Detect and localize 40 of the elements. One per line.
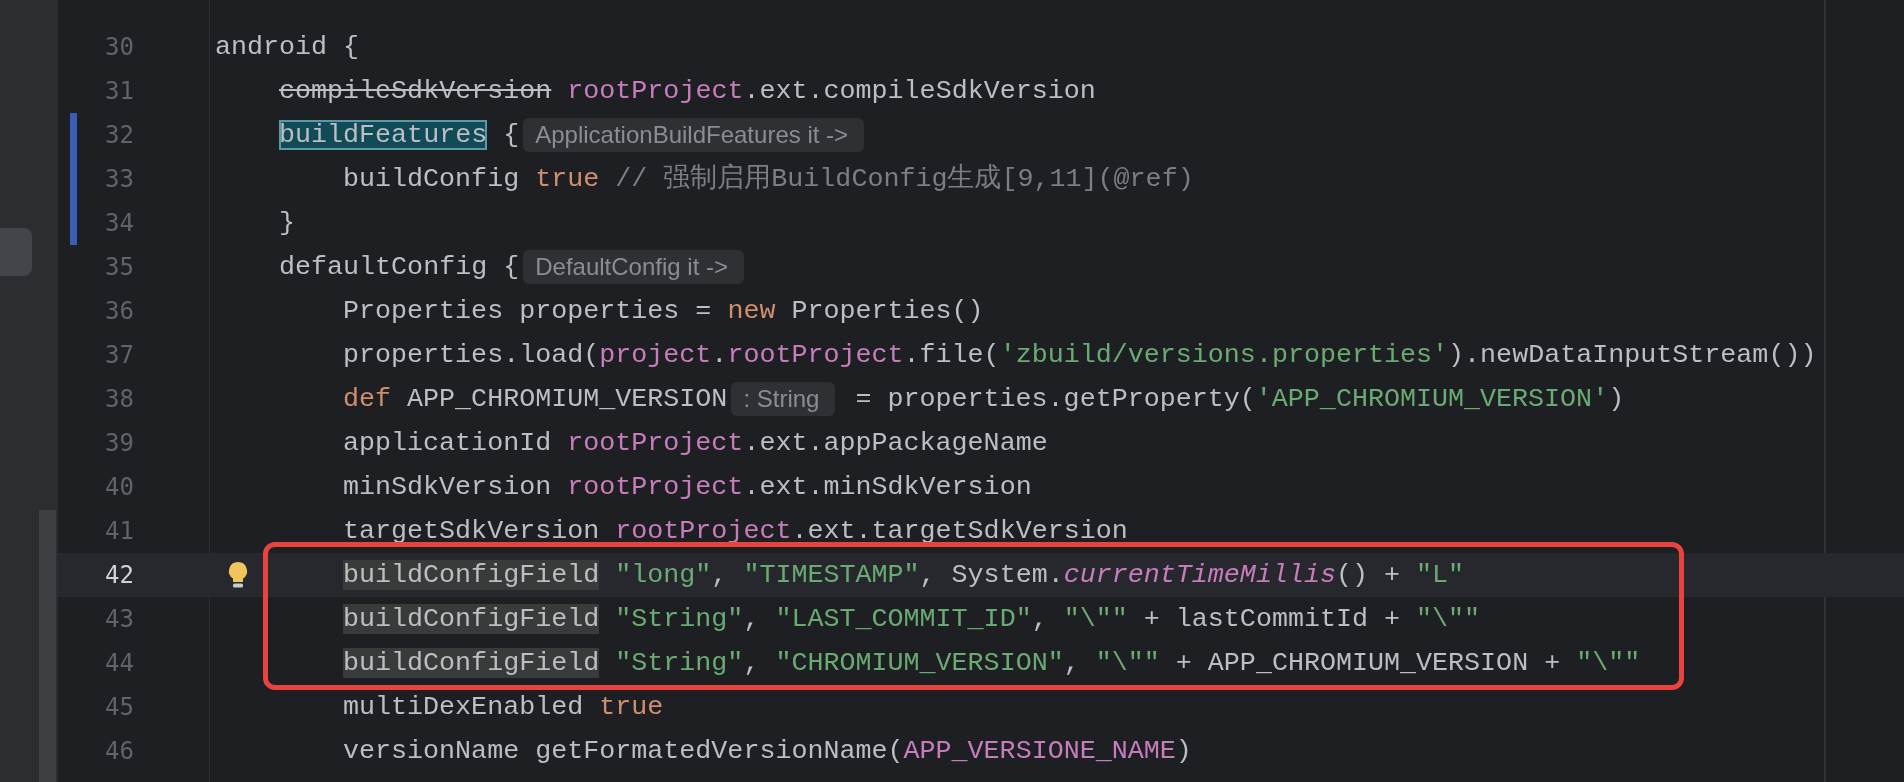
code-line: = properties.getProperty('APP_CHROMIUM_VERSION') <box>854 383 1625 416</box>
line-number: 44 <box>104 648 134 679</box>
code-line: android { <box>215 31 360 64</box>
inlay-hint: : String <box>731 382 836 416</box>
line-number: 40 <box>104 472 134 503</box>
line-number: 34 <box>104 208 134 239</box>
code-line: def APP_CHROMIUM_VERSION <box>343 383 728 416</box>
code-line: minSdkVersion rootProject.ext.minSdkVersion <box>343 471 1032 504</box>
code-line: targetSdkVersion rootProject.ext.targetSdkVersion <box>343 515 1128 548</box>
line-number: 31 <box>104 76 134 107</box>
code-line: buildFeatures { <box>279 119 520 152</box>
line-number: 42 <box>104 560 134 591</box>
line-number: 30 <box>104 32 134 63</box>
line-number: 37 <box>104 340 134 371</box>
line-number: 33 <box>104 164 134 195</box>
line-number: 45 <box>104 692 134 723</box>
line-number: 38 <box>104 384 134 415</box>
line-number: 35 <box>104 252 134 283</box>
code-line: defaultConfig { <box>279 251 520 284</box>
code-line: compileSdkVersion rootProject.ext.compileSdkVersion <box>279 75 1096 108</box>
inlay-hint: DefaultConfig it -> <box>523 250 744 284</box>
code-line: properties.load(project.rootProject.file('zbuild/versions.properties').newDataInputStream()) <box>343 339 1817 372</box>
code-line: Properties properties = new Properties() <box>343 295 984 328</box>
code-line: multiDexEnabled true <box>343 691 664 724</box>
code-line: versionName getFormatedVersionName(APP_VERSIONE_NAME) <box>343 735 1192 768</box>
code-line: buildConfigField "String", "CHROMIUM_VERSION", "\"" + APP_CHROMIUM_VERSION + "\"" <box>343 647 1641 680</box>
line-number: 41 <box>104 516 134 547</box>
inlay-hint: ApplicationBuildFeatures it -> <box>523 118 865 152</box>
line-number: 46 <box>104 736 134 767</box>
sidebar-tab[interactable] <box>0 228 32 276</box>
code-line: applicationId rootProject.ext.appPackageName <box>343 427 1048 460</box>
lightbulb-icon[interactable] <box>227 561 249 589</box>
line-number: 32 <box>104 120 134 151</box>
code-line: buildConfig true // 强制启用BuildConfig生成[9,11](@ref) <box>343 162 1194 196</box>
code-line: buildConfigField "String", "LAST_COMMIT_ID", "\"" + lastCommitId + "\"" <box>343 603 1481 636</box>
line-number: 36 <box>104 296 134 327</box>
line-number: 39 <box>104 428 134 459</box>
line-number: 43 <box>104 604 134 635</box>
code-line: buildConfigField "long", "TIMESTAMP", System.currentTimeMillis() + "L" <box>343 559 1465 592</box>
code-line: } <box>279 207 295 240</box>
